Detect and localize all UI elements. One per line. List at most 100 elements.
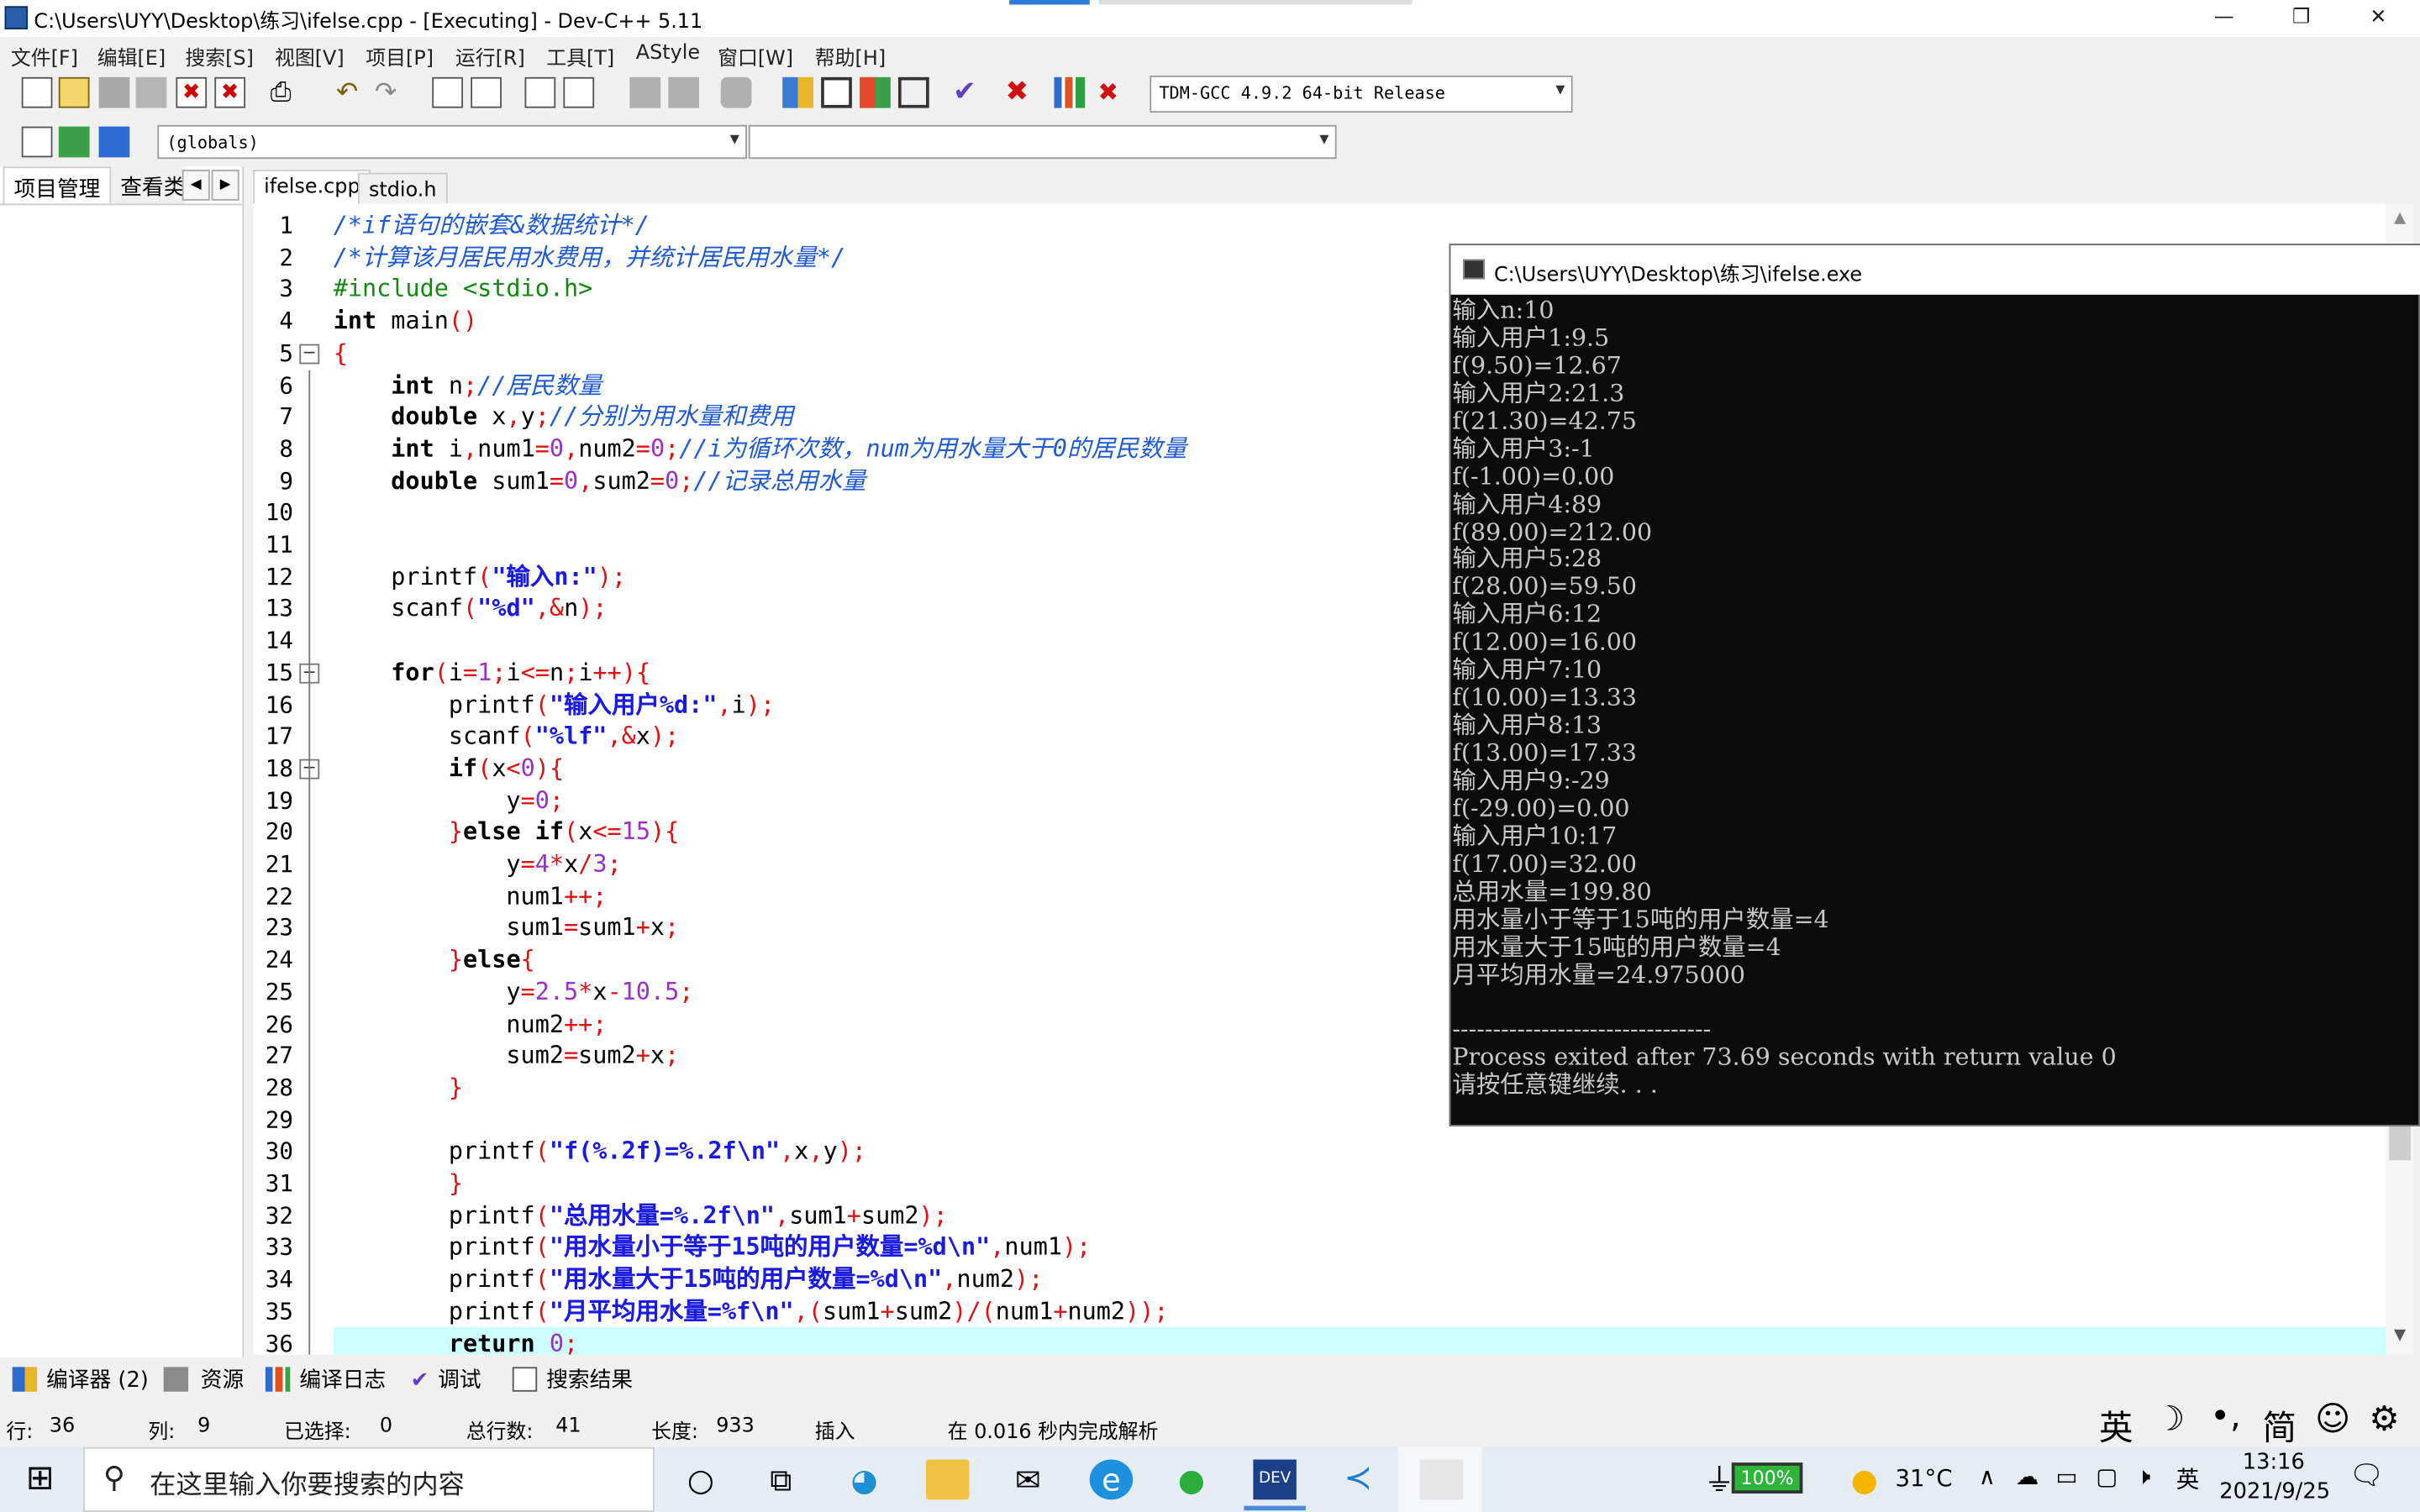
battery-indicator[interactable]: 100% xyxy=(1731,1462,1803,1494)
settings-gear-icon[interactable]: ⚙ xyxy=(2369,1401,2399,1440)
compile-icon[interactable] xyxy=(782,76,813,108)
console-window[interactable]: C:\Users\UYY\Desktop\练习\ifelse.exe 输入n:1… xyxy=(1449,244,2420,1126)
tab-project-manager[interactable]: 项目管理 xyxy=(3,166,112,204)
toggle-comment-icon[interactable] xyxy=(720,76,752,108)
tab-resources[interactable]: 资源 xyxy=(163,1364,244,1395)
menu-run[interactable]: 运行[R] xyxy=(455,42,525,71)
save-all-icon[interactable] xyxy=(135,76,167,108)
clock-time[interactable]: 13:16 xyxy=(2243,1451,2305,1475)
tab-stdio-h[interactable]: stdio.h xyxy=(358,172,448,204)
stop-execution-icon[interactable]: ✖ xyxy=(1002,76,1033,108)
open-file-icon[interactable] xyxy=(58,76,90,108)
new-file-icon[interactable] xyxy=(21,76,53,108)
scroll-left-button[interactable]: ◀ xyxy=(182,170,210,201)
clock-date[interactable]: 2021/9/25 xyxy=(2219,1479,2330,1504)
network-icon[interactable]: ▢ xyxy=(2096,1462,2118,1490)
notification-icon[interactable]: 🗨 xyxy=(2349,1460,2385,1493)
volume-icon[interactable]: 🕨 xyxy=(2136,1462,2150,1490)
goto-function-icon[interactable] xyxy=(563,76,595,108)
menu-tools[interactable]: 工具[T] xyxy=(546,42,614,71)
line-number: 34 xyxy=(265,1265,293,1294)
maximize-button[interactable]: ❐ xyxy=(2265,0,2336,37)
menu-file[interactable]: 文件[F] xyxy=(11,42,78,71)
taskbar-search-box[interactable]: ⚲ 在这里输入你要搜索的内容 xyxy=(83,1446,655,1512)
run-icon[interactable] xyxy=(821,76,852,108)
member-select[interactable]: ▼ xyxy=(748,124,1337,160)
edge-icon[interactable]: ◕ xyxy=(843,1460,886,1500)
save-icon[interactable] xyxy=(98,76,130,108)
code-line: printf("总用水量=%.2f\n",sum1+sum2); xyxy=(333,1201,948,1230)
code-line: num1++; xyxy=(333,882,608,911)
console-line: f(12.00)=16.00 xyxy=(1452,628,1637,657)
line-number: 12 xyxy=(265,562,293,591)
taskbar-lang[interactable]: 英 xyxy=(2176,1462,2200,1495)
scroll-down-arrow[interactable]: ▼ xyxy=(2386,1327,2414,1344)
menu-search[interactable]: 搜索[S] xyxy=(185,42,254,71)
scope-select-value: (globals) xyxy=(166,132,259,153)
menu-project[interactable]: 项目[P] xyxy=(366,42,434,71)
scroll-right-button[interactable]: ▶ xyxy=(211,170,239,201)
windows-start-icon[interactable]: ⊞ xyxy=(18,1460,61,1500)
delete-profile-icon[interactable]: ✖ xyxy=(1092,77,1123,108)
cortana-icon[interactable]: ○ xyxy=(679,1460,722,1500)
ie-browser-icon[interactable]: e xyxy=(1089,1459,1134,1500)
close-all-icon[interactable]: ✖ xyxy=(214,76,246,108)
cloud-icon[interactable]: ☁ xyxy=(2016,1462,2039,1490)
menu-edit[interactable]: 编辑[E] xyxy=(97,42,166,71)
devcpp-icon[interactable]: DEV xyxy=(1253,1459,1297,1500)
close-file-icon[interactable]: ✖ xyxy=(176,76,208,108)
undo-icon[interactable]: ↶ xyxy=(332,77,363,108)
chevron-up-icon[interactable]: ∧ xyxy=(1979,1462,1996,1490)
console-app-icon xyxy=(1463,259,1485,280)
close-button[interactable]: ✕ xyxy=(2343,0,2413,37)
rebuild-all-icon[interactable] xyxy=(897,76,929,108)
file-explorer-icon[interactable] xyxy=(926,1459,970,1500)
temperature[interactable]: 31°C xyxy=(1896,1464,1953,1492)
profile-icon[interactable] xyxy=(1054,76,1086,108)
task-view-icon[interactable]: ⧉ xyxy=(760,1460,802,1500)
emoji-icon[interactable]: ☺ xyxy=(2315,1401,2350,1440)
vscode-icon[interactable]: ≺ xyxy=(1337,1460,1380,1500)
line-number: 11 xyxy=(265,530,293,559)
new-project-icon[interactable] xyxy=(21,126,53,158)
print-icon[interactable]: ⎙ xyxy=(266,77,297,108)
menu-astyle[interactable]: AStyle xyxy=(636,42,700,66)
ime-lang[interactable]: 英 xyxy=(2099,1401,2133,1451)
status-total-label: 总行数: xyxy=(466,1420,534,1445)
console-line: f(13.00)=17.33 xyxy=(1452,738,1637,767)
tab-class-view[interactable]: 查看类 xyxy=(111,166,186,204)
wechat-icon[interactable]: ● xyxy=(1170,1460,1213,1500)
menu-help[interactable]: 帮助[H] xyxy=(815,42,886,71)
code-line: num2++; xyxy=(333,1010,608,1038)
menu-window[interactable]: 窗口[W] xyxy=(718,42,793,71)
fold-toggle-icon[interactable]: − xyxy=(299,344,320,365)
weather-sun-icon[interactable]: ● xyxy=(1843,1460,1886,1500)
tab-search-results[interactable]: 搜索结果 xyxy=(512,1364,633,1395)
insert-icon[interactable] xyxy=(58,126,90,158)
compiler-select[interactable]: TDM-GCC 4.9.2 64-bit Release ▼ xyxy=(1150,75,1573,113)
ime-simplified[interactable]: 简 xyxy=(2263,1401,2296,1451)
console-line: 用水量小于等于15吨的用户数量=4 xyxy=(1452,905,1829,933)
bookmark-icon[interactable] xyxy=(98,126,130,158)
battery-icon[interactable]: ▭ xyxy=(2056,1462,2078,1490)
tab-ifelse-cpp[interactable]: ifelse.cpp xyxy=(253,170,371,204)
find-icon[interactable] xyxy=(432,76,464,108)
goto-line-icon[interactable] xyxy=(524,76,556,108)
project-tree[interactable] xyxy=(0,203,243,1358)
syntax-check-icon[interactable]: ✔ xyxy=(950,76,981,108)
redo-icon[interactable]: ↷ xyxy=(371,77,402,108)
mail-icon[interactable]: ✉ xyxy=(1007,1460,1050,1500)
scope-select[interactable]: (globals) ▼ xyxy=(157,124,747,160)
scroll-up-arrow[interactable]: ▲ xyxy=(2386,210,2414,227)
tab-debug[interactable]: ✔ 调试 xyxy=(411,1364,481,1395)
minimize-button[interactable]: — xyxy=(2188,0,2259,37)
compile-run-icon[interactable] xyxy=(860,76,891,108)
unindent-icon[interactable] xyxy=(629,76,661,108)
indent-icon[interactable] xyxy=(668,76,700,108)
moon-icon[interactable]: ☽ xyxy=(2154,1401,2185,1440)
replace-icon[interactable] xyxy=(471,76,502,108)
tab-compiler[interactable]: 编译器 (2) xyxy=(12,1364,149,1395)
menu-view[interactable]: 视图[V] xyxy=(275,42,345,71)
punctuation-icon[interactable]: •, xyxy=(2210,1398,2241,1436)
tab-compile-log[interactable]: 编译日志 xyxy=(265,1364,386,1395)
